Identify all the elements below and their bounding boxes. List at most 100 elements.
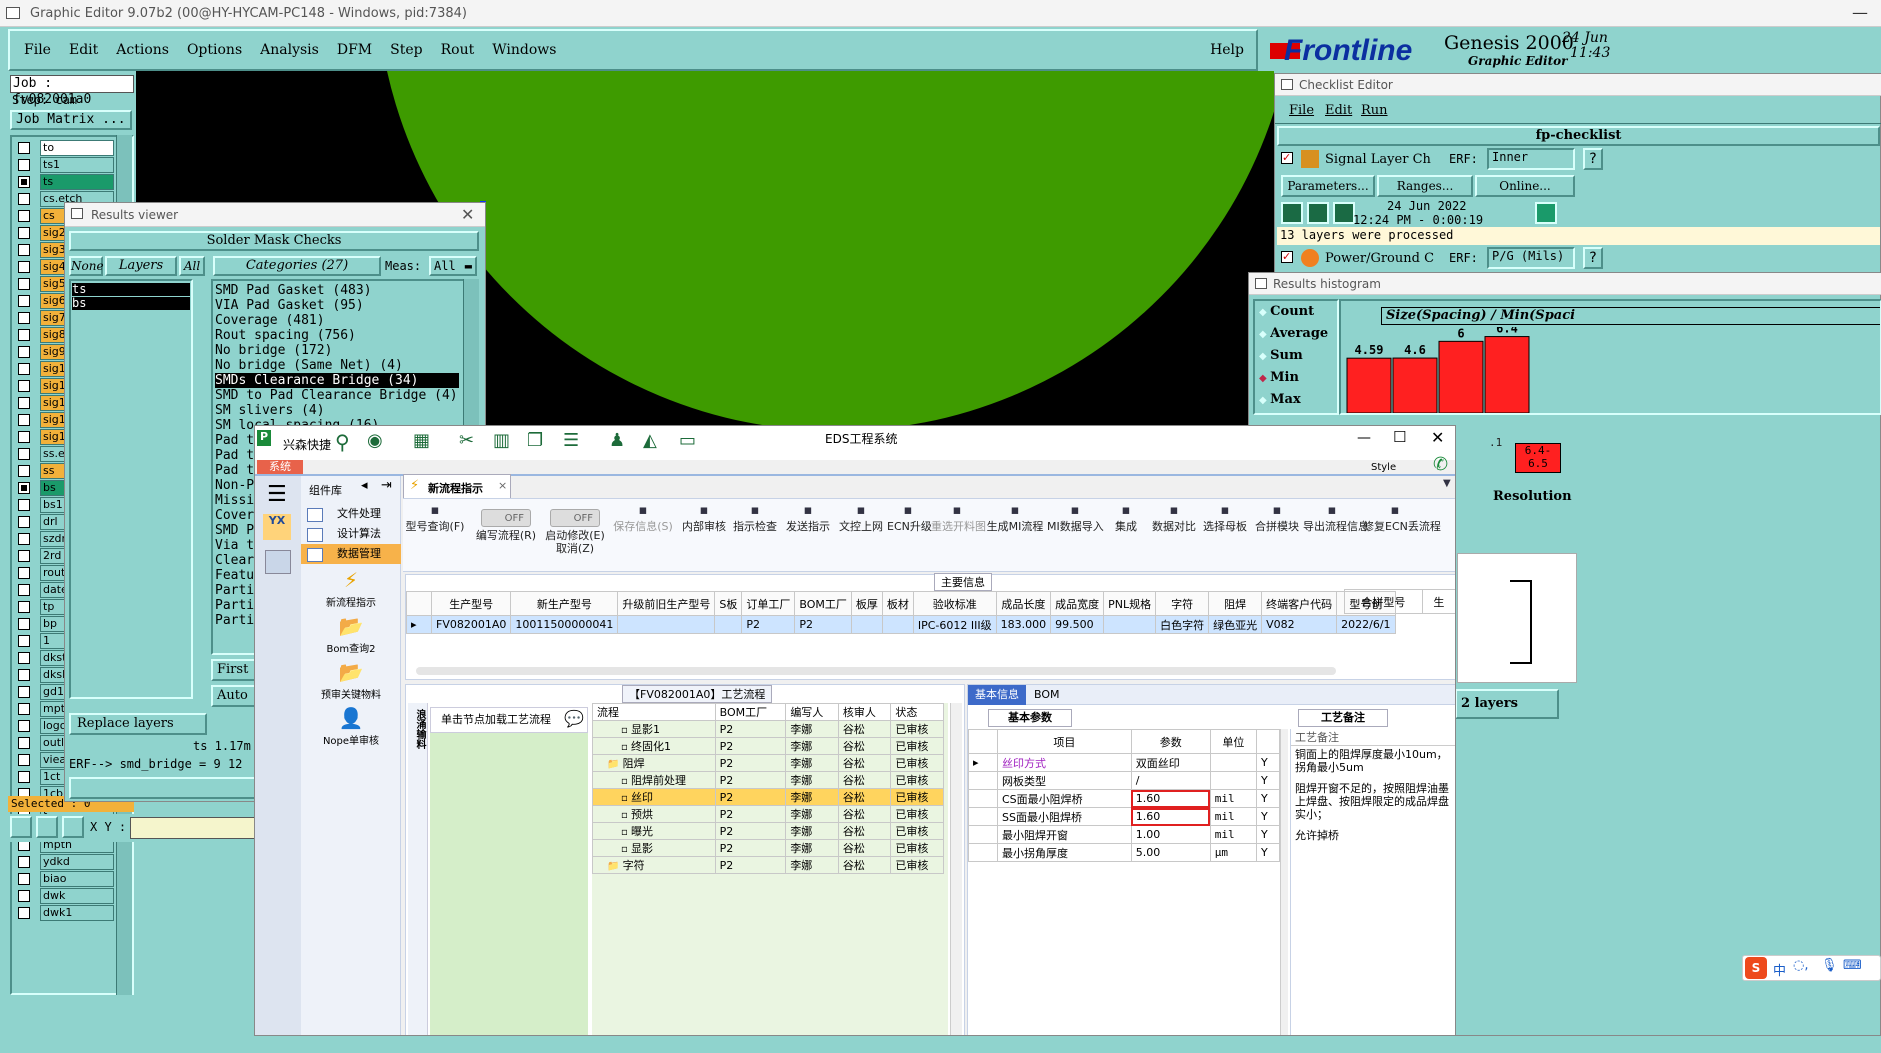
column-header[interactable]: 流程 — [592, 703, 716, 721]
layer-checkbox[interactable] — [18, 652, 30, 664]
cut-icon[interactable]: ✂ — [459, 430, 474, 451]
layer-checkbox[interactable] — [18, 431, 30, 443]
layer-checkbox[interactable] — [18, 482, 30, 494]
table-cell[interactable]: 白色字符 — [1155, 615, 1210, 634]
zoom-icon[interactable] — [1535, 202, 1557, 224]
ribbon-button[interactable]: ▪ 保存信息(S) — [609, 503, 677, 533]
nav-item[interactable]: 设计算法 — [301, 524, 401, 544]
layer-checkbox[interactable] — [18, 533, 30, 545]
online-button[interactable]: Online... — [1475, 175, 1575, 197]
column-header[interactable]: 板厚 — [850, 591, 883, 616]
flow-row[interactable]: ▫ 显影1 P2 李娜 谷松 已审核 — [592, 720, 944, 738]
globe-icon[interactable]: ◉ — [367, 430, 383, 451]
item1-check[interactable]: ✓ — [1281, 152, 1293, 164]
job-matrix-button[interactable]: Job Matrix ... — [10, 110, 132, 130]
merge-table[interactable]: 合拼型号生 — [1344, 589, 1455, 614]
ribbon-button[interactable]: ▪ ECN升级 — [887, 503, 932, 533]
column-header[interactable]: 单位 — [1209, 729, 1258, 754]
mic-icon[interactable]: 🎙 — [1821, 958, 1838, 973]
param-row[interactable]: 最小阻焊开窗 1.00 mil Y — [968, 825, 1280, 844]
layer-name[interactable]: dwk — [40, 888, 114, 904]
layer-checkbox[interactable] — [18, 771, 30, 783]
side-tab[interactable]: 浪涌输料 — [408, 703, 428, 1035]
column-header[interactable]: 新生产型号 — [510, 591, 619, 616]
run-step-icon[interactable] — [1307, 202, 1329, 224]
phone-icon[interactable]: ✆ — [1433, 454, 1448, 475]
menu-options[interactable]: Options — [187, 42, 242, 58]
layer-name[interactable]: ts — [40, 174, 114, 190]
maximize-icon[interactable]: ☐ — [1393, 428, 1406, 446]
category-item[interactable]: Coverage (481) — [215, 313, 477, 328]
ribbon-button[interactable]: ▪ 数据对比 — [1151, 503, 1197, 533]
flow-row[interactable]: ▫ 显影 P2 李娜 谷松 已审核 — [592, 839, 944, 857]
flow-row[interactable]: ▫ 曝光 P2 李娜 谷松 已审核 — [592, 822, 944, 840]
layer-checkbox[interactable] — [18, 329, 30, 341]
layer-checkbox[interactable] — [18, 159, 30, 171]
flow-row[interactable]: 📁 阻焊 P2 李娜 谷松 已审核 — [592, 754, 944, 772]
layer-row[interactable]: to — [12, 139, 132, 156]
layer-checkbox[interactable] — [18, 176, 30, 188]
table-cell[interactable] — [881, 615, 914, 634]
category-item[interactable]: No bridge (172) — [215, 343, 477, 358]
item1-erf[interactable]: Inner — [1487, 148, 1575, 170]
histogram-bar[interactable] — [1392, 357, 1438, 413]
ribbon-button[interactable]: ▪ 集成 — [1105, 503, 1147, 533]
column-header[interactable]: 字符 — [1155, 591, 1210, 616]
table-cell[interactable]: 183.000 — [995, 615, 1052, 634]
layers-button[interactable]: Layers — [105, 256, 177, 276]
column-header[interactable]: 核审人 — [837, 703, 892, 721]
chart-icon[interactable]: ◭ — [643, 430, 657, 451]
layer-name[interactable]: to — [40, 140, 114, 156]
layer-checkbox[interactable] — [18, 890, 30, 902]
layer-checkbox[interactable] — [18, 499, 30, 511]
layer-checkbox[interactable] — [18, 363, 30, 375]
monitor-icon[interactable]: ▭ — [679, 430, 696, 451]
none-button[interactable]: None — [69, 256, 104, 276]
keyboard-icon[interactable]: ⌨ — [1843, 958, 1862, 973]
ribbon-button[interactable]: ▪ 选择母板 — [1199, 503, 1251, 533]
layer-row[interactable]: ydkd — [12, 853, 132, 870]
tab-bom[interactable]: BOM — [1034, 685, 1060, 705]
layer-row[interactable]: ts — [12, 173, 132, 190]
remarks-tab[interactable]: 工艺备注 — [1298, 709, 1388, 727]
param-row[interactable]: SS面最小阻焊桥 1.60 mil Y — [968, 807, 1280, 826]
param-value[interactable]: / — [1130, 771, 1211, 790]
layer-checkbox[interactable] — [18, 550, 30, 562]
layer-checkbox[interactable] — [18, 227, 30, 239]
table-cell[interactable] — [850, 615, 883, 634]
layer-checkbox[interactable] — [18, 295, 30, 307]
layer-checkbox[interactable] — [18, 856, 30, 868]
aggregate-option-count[interactable]: ◆ Count — [1255, 301, 1337, 323]
category-item[interactable]: SM slivers (4) — [215, 403, 477, 418]
layer-checkbox[interactable] — [18, 737, 30, 749]
toggle-switch[interactable]: OFF — [550, 509, 600, 527]
ribbon-button[interactable]: ▪ 导出流程信息 — [1303, 503, 1369, 533]
measure-icon[interactable] — [36, 816, 58, 838]
layer-checkbox[interactable] — [18, 754, 30, 766]
xy-input[interactable] — [130, 817, 260, 839]
column-header[interactable]: 终端客户代码 — [1261, 591, 1338, 616]
param-row[interactable]: ▸ 丝印方式 双面丝印 Y — [968, 753, 1280, 772]
table-row[interactable]: ▸ FV082001A0 10011500000041 P2 P2 IPC-6012 II… — [406, 615, 1396, 634]
stop-icon[interactable] — [1333, 202, 1355, 224]
column-header[interactable]: 生产型号 — [430, 591, 512, 616]
aggregate-option-average[interactable]: ◆ Average — [1255, 323, 1337, 345]
search-icon[interactable]: ⚲ — [335, 430, 350, 454]
table-cell[interactable]: P2 — [794, 615, 852, 634]
param-value[interactable]: 5.00 — [1130, 843, 1211, 862]
histogram-bar[interactable] — [1438, 340, 1484, 413]
menu-rout[interactable]: Rout — [441, 42, 475, 58]
ribbon-button[interactable]: ▪ 生成MI流程 — [985, 503, 1045, 533]
table-cell[interactable]: FV082001A0 — [430, 615, 512, 634]
table-cell[interactable] — [1103, 615, 1157, 634]
column-header[interactable]: S板 — [714, 591, 743, 616]
menu-windows[interactable]: Windows — [492, 42, 556, 58]
layer-checkbox[interactable] — [18, 873, 30, 885]
copy-icon[interactable]: ❐ — [527, 430, 543, 451]
histogram-bar[interactable] — [1346, 357, 1392, 413]
table-cell[interactable] — [714, 615, 743, 634]
help-menu[interactable]: Help — [1210, 42, 1244, 58]
quick-tile[interactable]: ⚡ 新流程指示 — [301, 568, 401, 614]
table-cell[interactable] — [617, 615, 716, 634]
ribbon-button[interactable]: OFF 编写流程(R) — [471, 503, 541, 542]
